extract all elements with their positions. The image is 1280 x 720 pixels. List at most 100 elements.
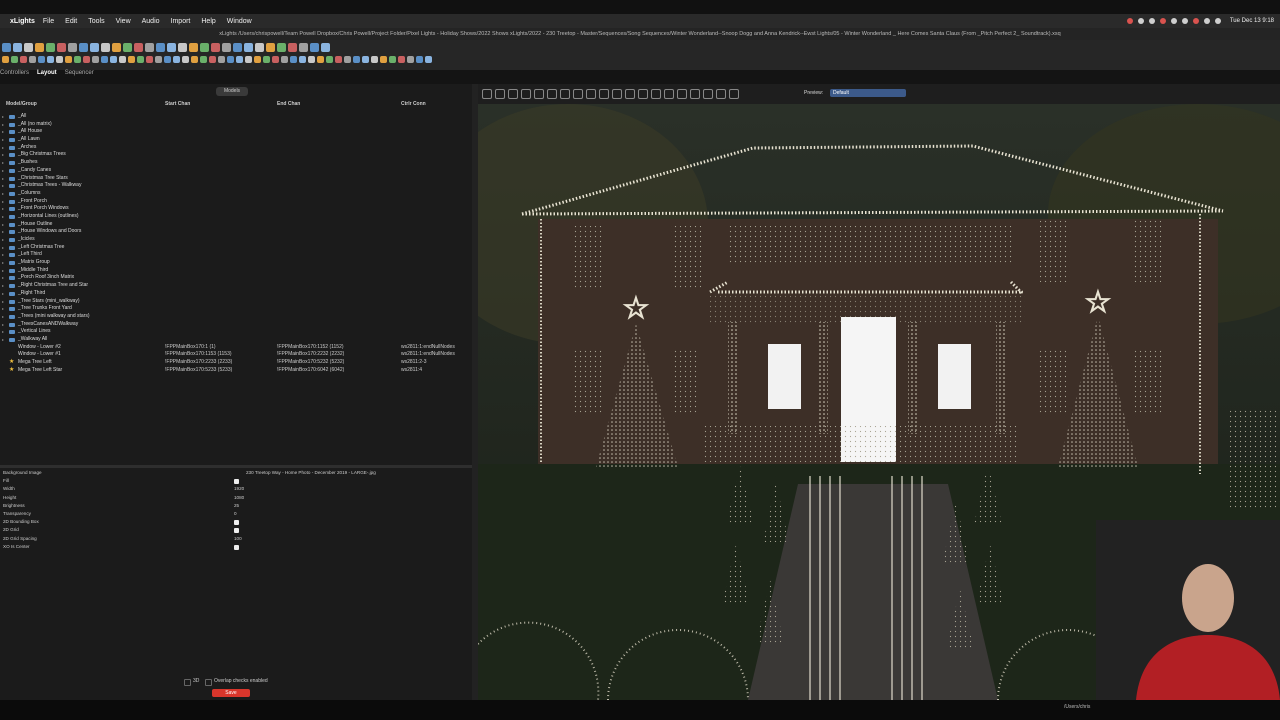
window-lower-2[interactable]	[768, 344, 801, 409]
expand-icon[interactable]: ▸	[2, 298, 4, 306]
expand-icon[interactable]: ▸	[2, 175, 4, 183]
model-group-row[interactable]: ▸ _TreesCanesANDWalkway	[0, 321, 472, 329]
preview-tool-icon[interactable]	[599, 89, 609, 99]
model-group-row[interactable]: ▸ _Right Christmas Tree and Star	[0, 282, 472, 290]
model-group-row[interactable]: ▸ _Tree Stars (mini_walkway)	[0, 298, 472, 306]
window-lower-1[interactable]	[938, 344, 971, 409]
model-group-row[interactable]: ▸ _Christmas Trees - Walkway	[0, 182, 472, 190]
toolbar-button-icon[interactable]	[200, 43, 209, 52]
model-group-row[interactable]: ▸ _Front Porch Windows	[0, 205, 472, 213]
preview-tool-icon[interactable]	[547, 89, 557, 99]
toolbar-button-icon[interactable]	[2, 43, 11, 52]
toolbar-button-icon[interactable]	[326, 56, 333, 63]
expand-icon[interactable]: ▸	[2, 305, 4, 313]
toolbar-button-icon[interactable]	[155, 56, 162, 63]
toolbar-button-icon[interactable]	[65, 56, 72, 63]
preview-tool-icon[interactable]	[638, 89, 648, 99]
preview-tool-icon[interactable]	[560, 89, 570, 99]
model-group-row[interactable]: ▸ _Christmas Tree Stars	[0, 175, 472, 183]
menu-help[interactable]: Help	[201, 18, 215, 25]
toolbar-button-icon[interactable]	[182, 56, 189, 63]
toolbar-button-icon[interactable]	[266, 43, 275, 52]
preview-tool-icon[interactable]	[521, 89, 531, 99]
col-start-chan[interactable]: Start Chan	[165, 101, 190, 107]
property-checkbox[interactable]	[234, 479, 239, 485]
expand-icon[interactable]: ▸	[2, 228, 4, 236]
preview-tool-icon[interactable]	[716, 89, 726, 99]
toolbar-button-icon[interactable]	[425, 56, 432, 63]
expand-icon[interactable]: ▸	[2, 151, 4, 159]
preview-select[interactable]: Default	[830, 89, 906, 97]
toolbar-button-icon[interactable]	[128, 56, 135, 63]
preview-tool-icon[interactable]	[495, 89, 505, 99]
status-icon[interactable]	[1181, 18, 1188, 24]
menu-edit[interactable]: Edit	[65, 18, 77, 25]
toolbar-button-icon[interactable]	[110, 56, 117, 63]
expand-icon[interactable]: ▸	[2, 159, 4, 167]
app-menu[interactable]: xLights	[10, 18, 35, 25]
preview-tool-icon[interactable]	[508, 89, 518, 99]
menu-view[interactable]: View	[116, 18, 131, 25]
toolbar-button-icon[interactable]	[146, 56, 153, 63]
property-checkbox[interactable]	[234, 528, 239, 534]
expand-icon[interactable]: ▸	[2, 221, 4, 229]
preview-tool-icon[interactable]	[586, 89, 596, 99]
toolbar-button-icon[interactable]	[299, 56, 306, 63]
save-button[interactable]: Save	[212, 689, 250, 697]
toolbar-button-icon[interactable]	[29, 56, 36, 63]
model-group-row[interactable]: ▸ _Horizontal Lines (outlines)	[0, 213, 472, 221]
status-icon[interactable]	[1159, 18, 1166, 24]
expand-icon[interactable]: ▸	[2, 190, 4, 198]
toolbar-button-icon[interactable]	[272, 56, 279, 63]
expand-icon[interactable]: ▸	[2, 113, 4, 121]
model-group-row[interactable]: ▸ _House Outline	[0, 221, 472, 229]
toolbar-button-icon[interactable]	[13, 43, 22, 52]
toolbar-button-icon[interactable]	[371, 56, 378, 63]
toolbar-button-icon[interactable]	[123, 43, 132, 52]
toolbar-button-icon[interactable]	[24, 43, 33, 52]
search-icon[interactable]	[1214, 18, 1221, 24]
toolbar-button-icon[interactable]	[47, 56, 54, 63]
toolbar-button-icon[interactable]	[244, 43, 253, 52]
toolbar-button-icon[interactable]	[389, 56, 396, 63]
toolbar-button-icon[interactable]	[56, 56, 63, 63]
model-row[interactable]: Window - Lower #2 !FPPMainBox170:1 (1) !FP…	[0, 344, 472, 352]
toolbar-button-icon[interactable]	[317, 56, 324, 63]
toolbar-button-icon[interactable]	[236, 56, 243, 63]
status-icon[interactable]	[1148, 18, 1155, 24]
property-value[interactable]: 230 Treetop Way - Home Photo - December …	[246, 469, 376, 477]
toolbar-button-icon[interactable]	[321, 43, 330, 52]
expand-icon[interactable]: ▸	[2, 205, 4, 213]
col-ctrlr-conn[interactable]: Ctrlr Conn	[401, 101, 426, 107]
toolbar-button-icon[interactable]	[245, 56, 252, 63]
expand-icon[interactable]: ▸	[2, 259, 4, 267]
toolbar-button-icon[interactable]	[79, 43, 88, 52]
toolbar-button-icon[interactable]	[156, 43, 165, 52]
model-group-row[interactable]: ▸ _Vertical Lines	[0, 328, 472, 336]
toolbar-button-icon[interactable]	[38, 56, 45, 63]
property-checkbox[interactable]	[234, 544, 239, 550]
toolbar-button-icon[interactable]	[134, 43, 143, 52]
tab-layout[interactable]: Layout	[37, 70, 57, 82]
toolbar-button-icon[interactable]	[20, 56, 27, 63]
toolbar-button-icon[interactable]	[344, 56, 351, 63]
model-group-row[interactable]: ▸ _All (no matrix)	[0, 121, 472, 129]
status-icon[interactable]	[1126, 18, 1133, 24]
model-group-row[interactable]: ▸ _Matrix Group	[0, 259, 472, 267]
toolbar-button-icon[interactable]	[222, 43, 231, 52]
model-group-row[interactable]: ▸ _Icicles	[0, 236, 472, 244]
preview-tool-icon[interactable]	[677, 89, 687, 99]
toolbar-button-icon[interactable]	[209, 56, 216, 63]
toolbar-button-icon[interactable]	[46, 43, 55, 52]
preview-tool-icon[interactable]	[703, 89, 713, 99]
preview-tool-icon[interactable]	[729, 89, 739, 99]
model-group-row[interactable]: ▸ _Trees (mini walkway and stars)	[0, 313, 472, 321]
preview-tool-icon[interactable]	[534, 89, 544, 99]
menu-file[interactable]: File	[43, 18, 54, 25]
wifi-icon[interactable]	[1203, 18, 1210, 24]
toolbar-button-icon[interactable]	[83, 56, 90, 63]
tab-sequencer[interactable]: Sequencer	[65, 70, 94, 82]
toolbar-button-icon[interactable]	[119, 56, 126, 63]
toolbar-button-icon[interactable]	[68, 43, 77, 52]
toolbar-button-icon[interactable]	[308, 56, 315, 63]
